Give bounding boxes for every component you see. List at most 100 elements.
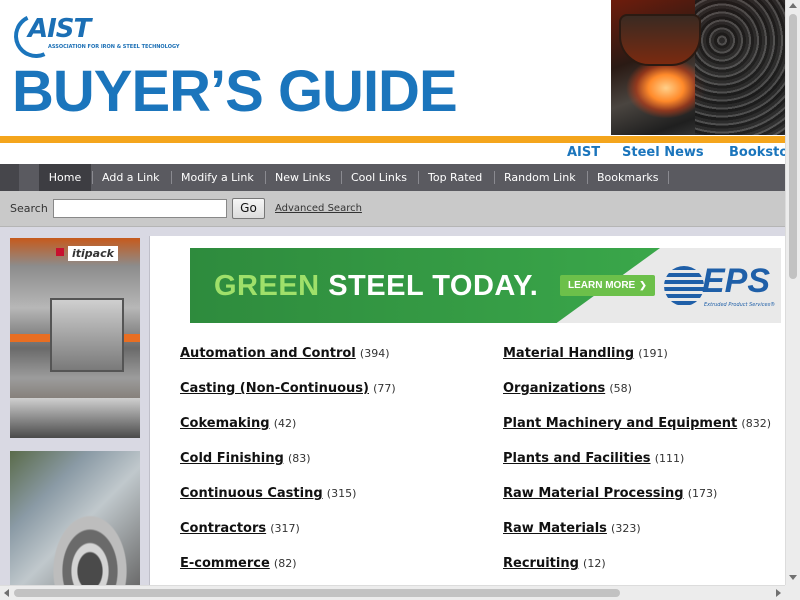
go-button[interactable]: Go: [232, 198, 265, 219]
side-ad-pipe[interactable]: [10, 451, 140, 585]
category-link[interactable]: Contractors: [180, 521, 266, 536]
category-item: Cokemaking (42): [180, 416, 296, 431]
category-count: (394): [359, 347, 390, 360]
category-link[interactable]: Plant Machinery and Equipment: [503, 416, 737, 431]
nav-lead-block: [0, 164, 19, 191]
banner-ad[interactable]: GREEN STEEL TODAY. LEARN MORE ❯ EPS Extru…: [190, 248, 781, 323]
scroll-up-arrow-icon[interactable]: [789, 3, 797, 8]
nav-item-add-a-link[interactable]: Add a Link: [102, 164, 160, 191]
category-link[interactable]: Raw Material Processing: [503, 486, 684, 501]
category-link[interactable]: Casting (Non-Continuous): [180, 381, 369, 396]
category-item: Plants and Facilities (111): [503, 451, 684, 466]
site-header: AIST ASSOCIATION FOR IRON & STEEL TECHNO…: [0, 0, 785, 137]
aist-logo[interactable]: AIST ASSOCIATION FOR IRON & STEEL TECHNO…: [7, 7, 180, 65]
page-title: BUYER’S GUIDE: [12, 59, 458, 124]
header-hero-image: [611, 0, 785, 135]
side-ad-itipack[interactable]: itipack: [10, 238, 140, 438]
category-link[interactable]: Cokemaking: [180, 416, 270, 431]
category-count: (42): [273, 417, 297, 430]
category-item: Casting (Non-Continuous) (77): [180, 381, 396, 396]
nav-item-new-links[interactable]: New Links: [275, 164, 331, 191]
nav-separator: [494, 171, 495, 184]
category-link[interactable]: Material Handling: [503, 346, 634, 361]
side-ad-brand: itipack: [68, 246, 118, 261]
category-item: Organizations (58): [503, 381, 632, 396]
nav-item-random-link[interactable]: Random Link: [504, 164, 576, 191]
horizontal-scroll-thumb[interactable]: [14, 589, 620, 597]
category-link[interactable]: Automation and Control: [180, 346, 356, 361]
category-item: Plant Machinery and Equipment (832): [503, 416, 771, 431]
learn-more-button[interactable]: LEARN MORE ❯: [560, 275, 655, 296]
search-bar: Search Go Advanced Search: [0, 191, 785, 227]
nav-item-cool-links[interactable]: Cool Links: [351, 164, 407, 191]
hero-ladle-shape: [619, 14, 701, 66]
toplink-steel-news[interactable]: Steel News: [622, 145, 704, 160]
logo-subtext: ASSOCIATION FOR IRON & STEEL TECHNOLOGY: [48, 44, 180, 50]
eps-brand: EPS: [702, 262, 771, 300]
learn-more-label: LEARN MORE: [568, 280, 636, 291]
nav-separator: [587, 171, 588, 184]
nav-separator: [265, 171, 266, 184]
category-count: (77): [373, 382, 396, 395]
category-count: (12): [583, 557, 606, 570]
machine-image: [50, 298, 124, 372]
scroll-left-arrow-icon[interactable]: [4, 589, 9, 597]
page: AIST ASSOCIATION FOR IRON & STEEL TECHNO…: [0, 0, 785, 585]
vertical-scrollbar[interactable]: [785, 0, 800, 585]
banner-headline: GREEN STEEL TODAY.: [214, 270, 538, 303]
category-item: Material Handling (191): [503, 346, 668, 361]
nav-item-top-rated[interactable]: Top Rated: [428, 164, 482, 191]
category-count: (832): [741, 417, 771, 430]
chevron-right-icon: ❯: [639, 280, 647, 290]
logo-text: AIST: [28, 14, 91, 44]
category-item: Raw Materials (323): [503, 521, 641, 536]
category-link[interactable]: Continuous Casting: [180, 486, 323, 501]
category-link[interactable]: Recruiting: [503, 556, 579, 571]
pipe-image: [10, 398, 140, 438]
category-item: Contractors (317): [180, 521, 300, 536]
category-item: Automation and Control (394): [180, 346, 390, 361]
search-label: Search: [10, 202, 48, 215]
category-count: (82): [273, 557, 297, 570]
scroll-right-arrow-icon[interactable]: [776, 589, 781, 597]
eps-globe-icon: [664, 266, 704, 306]
category-link[interactable]: Raw Materials: [503, 521, 607, 536]
horizontal-scrollbar[interactable]: [0, 585, 785, 600]
nav-separator: [668, 171, 669, 184]
category-count: (323): [611, 522, 641, 535]
eps-logo: EPS Extruded Product Services®: [664, 262, 781, 314]
category-count: (317): [270, 522, 300, 535]
nav-item-home[interactable]: Home: [39, 164, 91, 191]
itipack-mark-icon: [56, 248, 64, 256]
eps-tagline: Extruded Product Services®: [704, 302, 776, 308]
category-count: (173): [687, 487, 718, 500]
category-link[interactable]: Organizations: [503, 381, 605, 396]
toplink-aist[interactable]: AIST: [567, 145, 600, 160]
vertical-scroll-thumb[interactable]: [789, 14, 797, 279]
category-link[interactable]: E-commerce: [180, 556, 270, 571]
nav-separator: [92, 171, 93, 184]
scroll-down-arrow-icon[interactable]: [789, 575, 797, 580]
nav-separator: [341, 171, 342, 184]
nav-separator: [171, 171, 172, 184]
category-item: Cold Finishing (83): [180, 451, 311, 466]
category-count: (111): [654, 452, 685, 465]
toplink-bookstore[interactable]: Bookstore: [729, 145, 785, 160]
category-count: (83): [287, 452, 311, 465]
advanced-search-link[interactable]: Advanced Search: [275, 203, 362, 214]
main-nav: Home Add a Link Modify a Link New Links …: [0, 164, 785, 191]
category-link[interactable]: Plants and Facilities: [503, 451, 651, 466]
search-input[interactable]: [53, 199, 227, 218]
category-count: (191): [638, 347, 668, 360]
category-item: E-commerce (82): [180, 556, 297, 571]
scrollbar-corner: [785, 585, 800, 600]
category-link[interactable]: Cold Finishing: [180, 451, 284, 466]
category-item: Raw Material Processing (173): [503, 486, 717, 501]
nav-item-bookmarks[interactable]: Bookmarks: [597, 164, 658, 191]
nav-item-modify-a-link[interactable]: Modify a Link: [181, 164, 254, 191]
header-accent-bar: [0, 136, 785, 143]
top-links: AIST Steel News Bookstore: [0, 143, 785, 164]
category-item: Recruiting (12): [503, 556, 606, 571]
category-count: (315): [326, 487, 357, 500]
category-count: (58): [609, 382, 632, 395]
